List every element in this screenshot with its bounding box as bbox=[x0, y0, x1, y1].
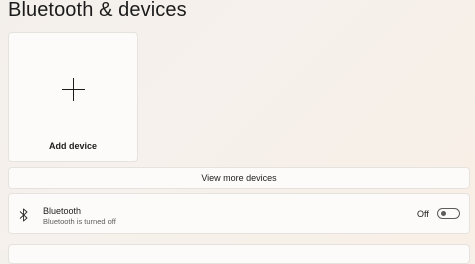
next-settings-card[interactable] bbox=[8, 244, 470, 264]
bluetooth-status-text: Bluetooth is turned off bbox=[43, 217, 116, 226]
view-more-devices-label: View more devices bbox=[201, 173, 277, 183]
bluetooth-settings-row[interactable]: Bluetooth Bluetooth is turned off Off bbox=[8, 193, 470, 234]
bluetooth-icon bbox=[19, 208, 28, 222]
add-device-label: Add device bbox=[48, 141, 97, 151]
toggle-knob bbox=[440, 211, 446, 216]
bluetooth-title: Bluetooth bbox=[43, 206, 82, 216]
page-title: Bluetooth & devices bbox=[8, 0, 187, 21]
view-more-devices-button[interactable]: View more devices bbox=[8, 167, 470, 189]
bluetooth-toggle-state-label: Off bbox=[417, 209, 429, 219]
add-device-card[interactable]: Add device bbox=[8, 32, 138, 162]
bluetooth-toggle[interactable] bbox=[437, 208, 460, 219]
plus-icon bbox=[62, 78, 85, 101]
